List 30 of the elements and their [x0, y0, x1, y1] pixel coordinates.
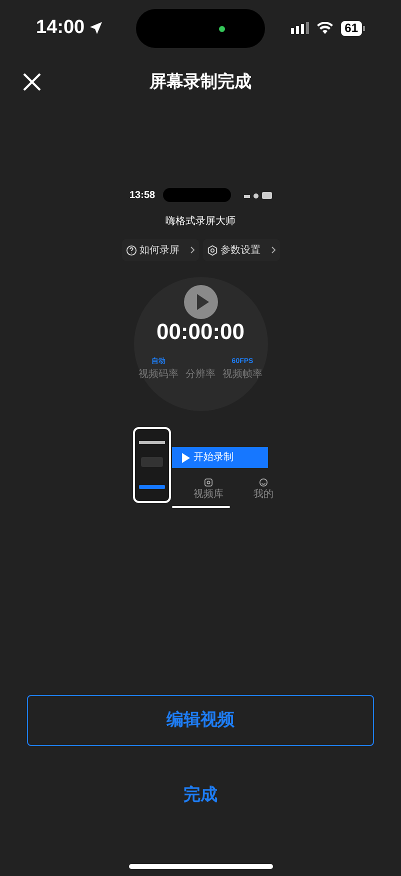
settings-icon: [206, 244, 218, 256]
home-indicator: [172, 506, 230, 508]
library-icon: [204, 478, 213, 487]
signal-icon: [290, 22, 309, 34]
close-icon: [22, 72, 42, 92]
location-icon: [88, 21, 103, 35]
wifi-icon: [316, 22, 333, 34]
profile-icon: [259, 478, 268, 487]
edit-video-button[interactable]: 编辑视频: [27, 694, 374, 746]
stat-label: 分辨率: [186, 368, 216, 382]
preview-status-icons: [244, 192, 272, 198]
preview-menu-label: 如何录屏: [140, 244, 180, 258]
preview-time: 13:58: [130, 188, 156, 202]
stat-label: 视频码率: [138, 368, 178, 382]
start-recording-button[interactable]: 开始录制: [172, 447, 268, 468]
battery-icon: 61: [340, 20, 365, 36]
preview-menu-label: 参数设置: [220, 244, 260, 258]
preview-dynamic-island: [163, 188, 232, 202]
preview-tab-label: 我的: [254, 488, 274, 502]
page-title: 屏幕录制完成: [150, 71, 252, 94]
done-button[interactable]: 完成: [176, 782, 226, 807]
preview-app-title: 嗨格式录屏大师: [164, 214, 236, 229]
timer-text: 00:00:00: [156, 321, 245, 343]
chevron-icon: [190, 246, 194, 254]
chevron-icon: [270, 246, 276, 254]
stat-label: 视频帧率: [222, 368, 262, 382]
play-icon: [184, 285, 218, 319]
help-icon: [126, 244, 136, 256]
status-time: 14:00: [36, 16, 85, 40]
preview-tab-label: 视频库: [194, 488, 224, 502]
